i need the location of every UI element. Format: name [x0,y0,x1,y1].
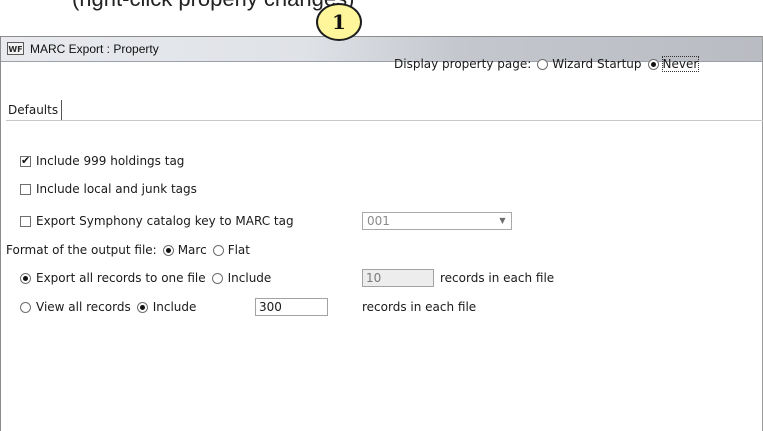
include-999-checkbox[interactable] [20,154,31,167]
view-include-radio[interactable] [136,301,148,313]
include-local-row[interactable]: Include local and junk tags [20,181,197,197]
marc-tag-value: 001 [367,214,390,228]
view-records-row: View all records Include [20,299,196,315]
caption-text: (right-click properly changes) [72,0,354,12]
wizard-startup-radio[interactable] [537,58,549,70]
wizard-startup-label[interactable]: Wizard Startup [552,57,641,71]
view-suffix-label: records in each file [362,300,477,314]
marc-tag-select[interactable]: 001 ▼ [362,212,512,230]
export-include-radio[interactable] [211,272,223,284]
export-include-label[interactable]: Include [228,271,272,285]
export-key-label[interactable]: Export Symphony catalog key to MARC tag [36,214,294,228]
marc-radio[interactable] [162,244,174,256]
property-window: WF MARC Export : Property [0,36,763,431]
never-radio[interactable] [647,58,659,70]
export-all-label[interactable]: Export all records to one file [36,271,206,285]
view-all-radio[interactable] [20,301,31,313]
marc-label[interactable]: Marc [178,243,207,257]
export-suffix-label: records in each file [440,271,555,285]
export-records-row: Export all records to one file Include [20,270,271,286]
display-property-row: Display property page: Wizard Startup Ne… [394,56,700,72]
view-include-label[interactable]: Include [153,300,197,314]
top-caption: (right-click properly changes) [0,0,763,36]
tab-defaults[interactable]: Defaults [6,100,63,120]
export-key-row[interactable]: Export Symphony catalog key to MARC tag [20,213,294,229]
never-label[interactable]: Never [661,56,700,72]
chevron-down-icon[interactable]: ▼ [497,216,508,226]
callout-number: 1 [332,10,346,34]
callout-badge: 1 [316,3,362,41]
flat-label[interactable]: Flat [228,243,250,257]
app-icon: WF [7,42,24,55]
export-key-checkbox[interactable] [20,215,31,227]
flat-radio[interactable] [212,244,224,256]
display-property-label: Display property page: [394,57,532,71]
include-999-label[interactable]: Include 999 holdings tag [36,154,184,168]
include-local-label[interactable]: Include local and junk tags [36,182,197,196]
include-local-checkbox[interactable] [20,183,31,195]
export-count-input[interactable]: 10 [362,269,434,287]
include-999-row[interactable]: Include 999 holdings tag [20,153,184,169]
view-count-input[interactable]: 300 [255,298,328,316]
format-label: Format of the output file: [6,243,157,257]
window-title: MARC Export : Property [30,42,159,56]
tab-divider [6,120,763,121]
view-all-label[interactable]: View all records [36,300,131,314]
format-row: Format of the output file: Marc Flat [6,242,250,258]
export-all-radio[interactable] [20,272,31,284]
